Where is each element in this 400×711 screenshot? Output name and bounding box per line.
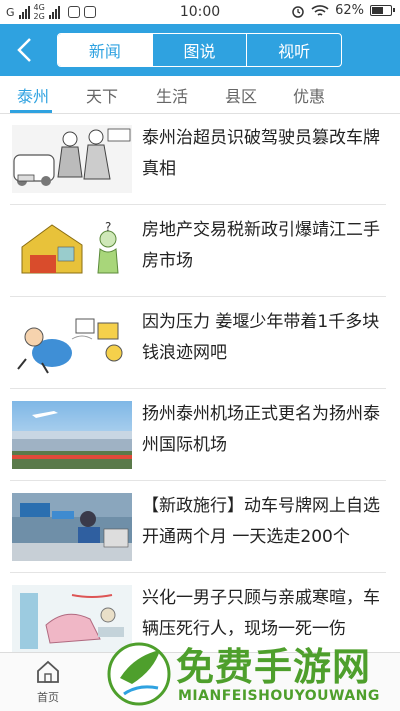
news-title: 扬州泰州机场正式更名为扬州泰州国际机场 bbox=[142, 404, 380, 455]
cartoon-boy-pressure-image bbox=[12, 309, 132, 377]
dmv-office-photo-image bbox=[12, 493, 132, 561]
tab-county[interactable]: 县区 bbox=[225, 83, 257, 107]
alarm-icon bbox=[292, 5, 304, 18]
watermark-logo-icon bbox=[107, 642, 171, 706]
battery-percent: 62% bbox=[335, 3, 364, 18]
top-nav-bar: 新闻 图说 视听 bbox=[0, 24, 400, 76]
news-item[interactable]: 【新政施行】动车号牌网上自选开通两个月 一天选走200个 bbox=[0, 483, 400, 573]
status-bar: G 4G 2G 10:00 62% bbox=[0, 0, 400, 24]
tab-deals[interactable]: 优惠 bbox=[293, 83, 325, 107]
news-item[interactable]: ? 房地产交易税新政引爆靖江二手房市场 bbox=[0, 207, 400, 297]
news-item[interactable]: 泰州治超员识破驾驶员篡改车牌真相 bbox=[0, 115, 400, 205]
watermark-text: 免费手游网 bbox=[176, 645, 372, 689]
news-thumbnail bbox=[12, 493, 132, 561]
category-tabs: 泰州 天下 生活 县区 优惠 bbox=[0, 76, 400, 114]
news-title: 泰州治超员识破驾驶员篡改车牌真相 bbox=[142, 128, 380, 179]
divider bbox=[10, 204, 386, 205]
watermark: 免费手游网 MIANFEISHOUYOUWANG bbox=[106, 636, 400, 711]
news-list: 泰州治超员识破驾驶员篡改车牌真相 ? 房地产交易税新政引爆靖江二手房市场 因为压… bbox=[0, 115, 400, 652]
section-switcher: 新闻 图说 视听 bbox=[57, 33, 342, 67]
divider bbox=[10, 388, 386, 389]
segment-pictures[interactable]: 图说 bbox=[151, 34, 247, 66]
back-arrow-icon bbox=[17, 38, 31, 62]
divider bbox=[10, 572, 386, 573]
news-title: 房地产交易税新政引爆靖江二手房市场 bbox=[142, 220, 380, 271]
airport-photo-image bbox=[12, 401, 132, 469]
news-thumbnail bbox=[12, 309, 132, 377]
home-tab[interactable]: 首页 bbox=[18, 659, 78, 709]
news-item[interactable]: 扬州泰州机场正式更名为扬州泰州国际机场 bbox=[0, 391, 400, 481]
tab-taizhou[interactable]: 泰州 bbox=[17, 83, 49, 107]
wifi-icon bbox=[311, 4, 329, 16]
divider bbox=[10, 480, 386, 481]
news-thumbnail bbox=[12, 125, 132, 193]
news-item[interactable]: 因为压力 姜堰少年带着1千多块钱浪迹网吧 bbox=[0, 299, 400, 389]
cartoon-house-tax-image: ? bbox=[12, 217, 132, 285]
watermark-subtext: MIANFEISHOUYOUWANG bbox=[178, 688, 380, 704]
tab-life[interactable]: 生活 bbox=[156, 83, 188, 107]
svg-text:?: ? bbox=[105, 220, 111, 234]
home-tab-label: 首页 bbox=[37, 691, 59, 704]
divider bbox=[10, 296, 386, 297]
cartoon-traffic-police-image bbox=[12, 125, 132, 193]
news-title: 因为压力 姜堰少年带着1千多块钱浪迹网吧 bbox=[142, 312, 380, 363]
home-icon bbox=[37, 660, 59, 683]
news-thumbnail bbox=[12, 401, 132, 469]
battery-icon bbox=[370, 5, 395, 16]
news-thumbnail: ? bbox=[12, 217, 132, 285]
segment-video[interactable]: 视听 bbox=[246, 34, 341, 66]
back-button[interactable] bbox=[8, 34, 40, 66]
segment-news[interactable]: 新闻 bbox=[58, 34, 152, 66]
active-tab-indicator bbox=[10, 110, 52, 113]
tab-world[interactable]: 天下 bbox=[86, 83, 118, 107]
news-title: 【新政施行】动车号牌网上自选开通两个月 一天选走200个 bbox=[142, 496, 380, 547]
